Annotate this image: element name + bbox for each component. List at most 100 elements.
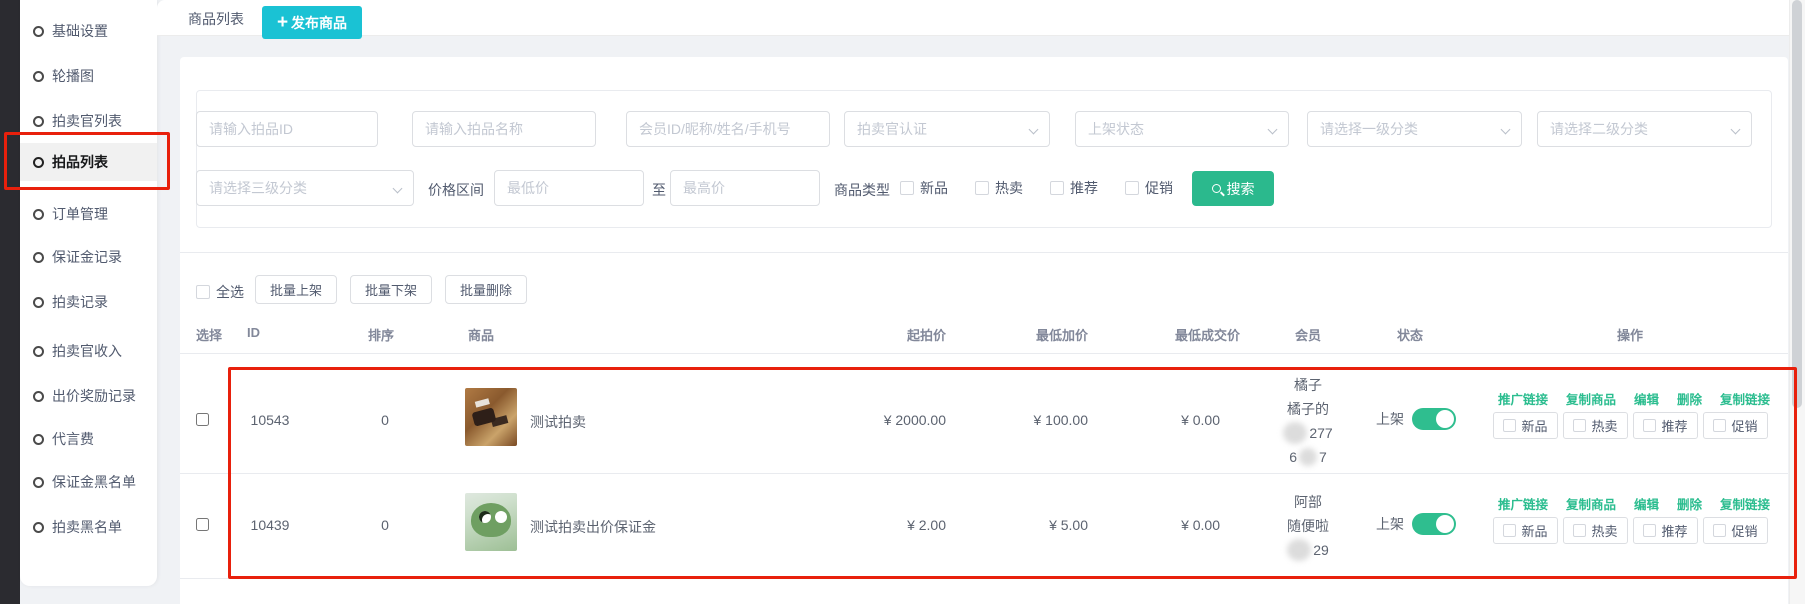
action-edit[interactable]: 编辑 <box>1634 389 1659 408</box>
action-copy-product[interactable]: 复制商品 <box>1566 494 1616 513</box>
on-shelf-toggle[interactable] <box>1412 513 1456 535</box>
to-label: 至 <box>652 180 666 200</box>
tag-checkbox-recommend[interactable]: 推荐 <box>1633 517 1698 544</box>
radio-circle-icon <box>33 346 44 357</box>
lot-name-input[interactable] <box>412 111 596 147</box>
tag-label: 热卖 <box>1591 521 1617 540</box>
select-placeholder: 请选择三级分类 <box>209 178 307 198</box>
select-placeholder: 拍卖官认证 <box>857 119 927 139</box>
row-select-checkbox[interactable] <box>196 413 209 426</box>
radio-circle-icon <box>33 522 44 533</box>
lot-id-input[interactable] <box>196 111 378 147</box>
sidebar-item-label: 代言费 <box>52 429 94 449</box>
sidebar-item-auctioneer-income[interactable]: 拍卖官收入 <box>20 332 157 370</box>
tag-checkbox-hot[interactable]: 热卖 <box>1563 517 1628 544</box>
tab-goods-list[interactable]: 商品列表 <box>188 9 244 29</box>
select-placeholder: 请选择一级分类 <box>1320 119 1418 139</box>
redaction-blur <box>1287 539 1311 561</box>
sidebar-item-label: 基础设置 <box>52 21 108 41</box>
sidebar-item-lot-list[interactable]: 拍品列表 <box>20 143 157 181</box>
plus-icon: + <box>277 13 288 32</box>
member-line-text: 29 <box>1313 538 1329 562</box>
radio-circle-icon <box>33 116 44 127</box>
th-min-increment: 最低加价 <box>958 325 1088 344</box>
sidebar-item-label: 拍品列表 <box>52 152 108 172</box>
action-edit[interactable]: 编辑 <box>1634 494 1659 513</box>
th-start-price: 起拍价 <box>826 325 946 344</box>
select-all-checkbox[interactable]: 全选 <box>196 282 244 302</box>
sidebar-item-deposit-blacklist[interactable]: 保证金黑名单 <box>20 463 157 501</box>
action-promo-link[interactable]: 推广链接 <box>1498 389 1548 408</box>
sidebar-item-endorsement-fee[interactable]: 代言费 <box>20 420 157 458</box>
sidebar-item-label: 保证金黑名单 <box>52 472 136 492</box>
radio-circle-icon <box>33 434 44 445</box>
checkbox-icon <box>1573 524 1586 537</box>
tag-checkbox-new[interactable]: 新品 <box>1493 517 1558 544</box>
type-checkbox-promo[interactable]: 促销 <box>1125 178 1173 198</box>
tag-label: 促销 <box>1731 416 1757 435</box>
action-copy-product[interactable]: 复制商品 <box>1566 389 1616 408</box>
auctioneer-cert-select[interactable]: 拍卖官认证 <box>844 111 1050 147</box>
batch-on-shelf-button[interactable]: 批量上架 <box>255 275 337 304</box>
tag-checkbox-recommend[interactable]: 推荐 <box>1633 412 1698 439</box>
member-line-text: 6 <box>1289 445 1297 469</box>
checkbox-icon <box>1713 524 1726 537</box>
sidebar-item-auctioneer-list[interactable]: 拍卖官列表 <box>20 102 157 140</box>
action-delete[interactable]: 删除 <box>1677 389 1702 408</box>
min-increment: ¥ 100.00 <box>958 412 1088 428</box>
sidebar-item-label: 拍卖记录 <box>52 292 108 312</box>
type-checkbox-new[interactable]: 新品 <box>900 178 948 198</box>
search-button[interactable]: 搜索 <box>1192 171 1274 206</box>
th-sort: 排序 <box>368 325 394 344</box>
member-line: 随便啦 <box>1287 514 1329 538</box>
on-shelf-toggle[interactable] <box>1412 408 1456 430</box>
action-delete[interactable]: 删除 <box>1677 494 1702 513</box>
category-level3-select[interactable]: 请选择三级分类 <box>196 170 414 206</box>
scrollbar-thumb[interactable] <box>1792 0 1802 408</box>
row-actions: 推广链接 复制商品 编辑 删除 复制链接 <box>1498 494 1770 513</box>
batch-delete-button[interactable]: 批量删除 <box>445 275 527 304</box>
section-divider <box>180 252 1788 253</box>
category-level1-select[interactable]: 请选择一级分类 <box>1307 111 1522 147</box>
checkbox-icon <box>1503 419 1516 432</box>
row-actions: 推广链接 复制商品 编辑 删除 复制链接 <box>1498 389 1770 408</box>
category-level2-select[interactable]: 请选择二级分类 <box>1537 111 1752 147</box>
action-copy-link[interactable]: 复制链接 <box>1720 389 1770 408</box>
sidebar-item-auction-blacklist[interactable]: 拍卖黑名单 <box>20 508 157 546</box>
publish-product-button[interactable]: + 发布商品 <box>262 6 362 39</box>
member-cell: 阿部 随便啦 29 <box>1268 473 1348 578</box>
sidebar-item-order-management[interactable]: 订单管理 <box>20 195 157 233</box>
th-min-deal-price: 最低成交价 <box>1088 325 1240 344</box>
table-row: 10543 0 测试拍卖 ¥ 2000.00 ¥ 100.00 ¥ 0.00 橘… <box>180 368 1788 473</box>
tag-checkbox-promo[interactable]: 促销 <box>1703 517 1768 544</box>
sidebar-item-bid-reward-records[interactable]: 出价奖励记录 <box>20 377 157 415</box>
status-label: 上架 <box>1376 409 1404 429</box>
tag-checkbox-hot[interactable]: 热卖 <box>1563 412 1628 439</box>
tag-label: 推荐 <box>1661 416 1687 435</box>
row-select-checkbox[interactable] <box>196 518 209 531</box>
shelf-status-select[interactable]: 上架状态 <box>1075 111 1289 147</box>
tag-checkbox-new[interactable]: 新品 <box>1493 412 1558 439</box>
min-price-input[interactable] <box>494 170 644 206</box>
member-line-text: 7 <box>1319 445 1327 469</box>
action-promo-link[interactable]: 推广链接 <box>1498 494 1548 513</box>
radio-circle-icon <box>33 157 44 168</box>
action-copy-link[interactable]: 复制链接 <box>1720 494 1770 513</box>
tag-checkbox-promo[interactable]: 促销 <box>1703 412 1768 439</box>
member-search-input[interactable] <box>626 111 830 147</box>
min-deal-price: ¥ 0.00 <box>1088 412 1220 428</box>
sidebar-item-label: 轮播图 <box>52 66 94 86</box>
select-all-label: 全选 <box>216 282 244 302</box>
chevron-down-icon <box>1501 125 1511 135</box>
type-checkbox-hot[interactable]: 热卖 <box>975 178 1023 198</box>
redaction-blur <box>1299 448 1317 466</box>
batch-off-shelf-button[interactable]: 批量下架 <box>350 275 432 304</box>
collapsed-dark-rail <box>0 0 20 604</box>
max-price-input[interactable] <box>670 170 820 206</box>
type-checkbox-recommend[interactable]: 推荐 <box>1050 178 1098 198</box>
status-cell: 上架 <box>1376 513 1456 535</box>
sidebar-item-basic-settings[interactable]: 基础设置 <box>20 12 157 50</box>
sidebar-item-carousel[interactable]: 轮播图 <box>20 57 157 95</box>
sidebar-item-auction-records[interactable]: 拍卖记录 <box>20 283 157 321</box>
sidebar-item-deposit-records[interactable]: 保证金记录 <box>20 238 157 276</box>
